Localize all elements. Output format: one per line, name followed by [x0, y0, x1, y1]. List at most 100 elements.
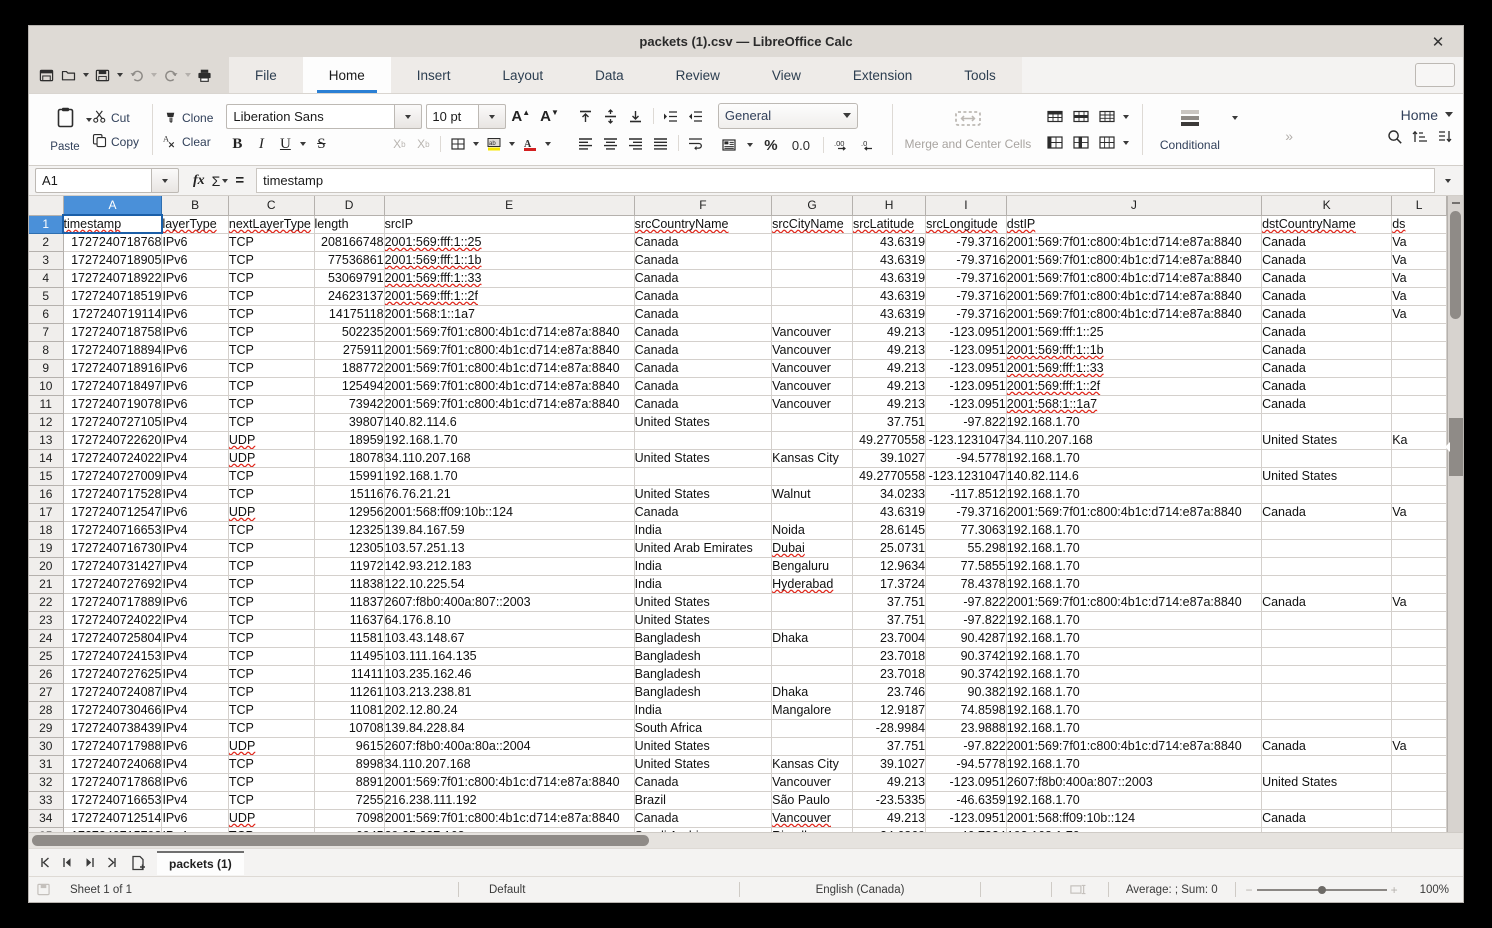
- cell-D28[interactable]: 11081: [314, 701, 385, 720]
- cell-G31[interactable]: Kansas City: [771, 755, 853, 774]
- cell-A23[interactable]: 1727240724022: [63, 611, 163, 630]
- cell-K11[interactable]: Canada: [1261, 395, 1393, 414]
- cell-K10[interactable]: Canada: [1261, 377, 1393, 396]
- cell-B16[interactable]: IPv4: [161, 485, 229, 504]
- cell-B18[interactable]: IPv4: [161, 521, 229, 540]
- cell-A2[interactable]: 1727240718768: [63, 233, 163, 252]
- cell-A11[interactable]: 1727240719078: [63, 395, 163, 414]
- cell-E27[interactable]: 103.213.238.81: [384, 683, 635, 702]
- cell-G2[interactable]: [771, 233, 853, 252]
- cell-G6[interactable]: [771, 305, 853, 324]
- cell-J33[interactable]: 192.168.1.70: [1006, 791, 1263, 810]
- add-decimal-button[interactable]: .00: [831, 134, 855, 157]
- cell-F16[interactable]: United States: [634, 485, 773, 504]
- cell-H35[interactable]: 24.6869: [852, 827, 927, 832]
- cell-G7[interactable]: Vancouver: [771, 323, 853, 342]
- row-header-28[interactable]: 28: [29, 701, 64, 720]
- save-icon[interactable]: [37, 64, 56, 86]
- cell-J9[interactable]: 2001:569:fff:1::33: [1006, 359, 1263, 378]
- cell-H28[interactable]: 12.9187: [852, 701, 927, 720]
- cell-E35[interactable]: 89.35.237.168: [384, 827, 635, 832]
- cell-C11[interactable]: TCP: [228, 395, 315, 414]
- cell-F20[interactable]: India: [634, 557, 773, 576]
- tab-layout[interactable]: Layout: [477, 57, 570, 93]
- cell-J31[interactable]: 192.168.1.70: [1006, 755, 1263, 774]
- cell-C23[interactable]: TCP: [228, 611, 315, 630]
- cell-F5[interactable]: Canada: [634, 287, 773, 306]
- cell-G34[interactable]: Vancouver: [771, 809, 853, 828]
- column-header-B[interactable]: B: [161, 196, 229, 216]
- justify-button[interactable]: [649, 132, 673, 155]
- cell-K15[interactable]: United States: [1261, 467, 1393, 486]
- cell-B26[interactable]: IPv4: [161, 665, 229, 684]
- insert-rows-below-icon[interactable]: [1069, 105, 1093, 128]
- next-sheet-button[interactable]: [79, 852, 99, 874]
- cell-C12[interactable]: TCP: [228, 413, 315, 432]
- search-icon[interactable]: [1387, 129, 1403, 150]
- cell-C14[interactable]: UDP: [228, 449, 315, 468]
- cell-C29[interactable]: TCP: [228, 719, 315, 738]
- cell-G35[interactable]: Riyadh: [771, 827, 853, 832]
- cell-J30[interactable]: 2001:569:7f01:c800:4b1c:d714:e87a:8840: [1006, 737, 1263, 756]
- copy-button[interactable]: Copy: [92, 131, 142, 152]
- cell-K8[interactable]: Canada: [1261, 341, 1393, 360]
- row-header-33[interactable]: 33: [29, 791, 64, 810]
- wrap-text-button[interactable]: [684, 132, 708, 155]
- cell-C24[interactable]: TCP: [228, 629, 315, 648]
- number-format-select[interactable]: General: [717, 102, 858, 129]
- cell-L5[interactable]: Va: [1391, 287, 1447, 306]
- row-header-11[interactable]: 11: [29, 395, 64, 414]
- highlight-color-icon[interactable]: ab: [483, 133, 505, 155]
- cell-A19[interactable]: 1727240716730: [63, 539, 163, 558]
- cell-A18[interactable]: 1727240716653: [63, 521, 163, 540]
- cell-K14[interactable]: [1261, 449, 1393, 468]
- cell-F26[interactable]: Bangladesh: [634, 665, 773, 684]
- align-center-button[interactable]: [599, 132, 623, 155]
- cell-A29[interactable]: 1727240738439: [63, 719, 163, 738]
- function-wizard-icon[interactable]: fx: [193, 173, 205, 189]
- cell-F32[interactable]: Canada: [634, 773, 773, 792]
- cell-A24[interactable]: 1727240725804: [63, 629, 163, 648]
- cell-C6[interactable]: TCP: [228, 305, 315, 324]
- cell-G25[interactable]: [771, 647, 853, 666]
- italic-button[interactable]: I: [250, 133, 272, 155]
- column-header-F[interactable]: F: [634, 196, 773, 216]
- cell-C17[interactable]: UDP: [228, 503, 315, 522]
- cell-E12[interactable]: 140.82.114.6: [384, 413, 635, 432]
- cell-E20[interactable]: 142.93.212.183: [384, 557, 635, 576]
- undo-icon[interactable]: [127, 64, 146, 86]
- cell-G21[interactable]: Hyderabad: [771, 575, 853, 594]
- cell-F35[interactable]: Saudi Arabia: [634, 827, 773, 832]
- cell-I27[interactable]: 90.382: [925, 683, 1007, 702]
- cell-G10[interactable]: Vancouver: [771, 377, 853, 396]
- cell-C30[interactable]: UDP: [228, 737, 315, 756]
- save-as-icon[interactable]: [93, 64, 112, 86]
- cell-A12[interactable]: 1727240727105: [63, 413, 163, 432]
- cell-G24[interactable]: Dhaka: [771, 629, 853, 648]
- cell-I26[interactable]: 90.3742: [925, 665, 1007, 684]
- row-header-35[interactable]: 35: [29, 827, 64, 832]
- cell-C21[interactable]: TCP: [228, 575, 315, 594]
- cell-D6[interactable]: 14175118: [314, 305, 385, 324]
- cell-E29[interactable]: 139.84.228.84: [384, 719, 635, 738]
- cell-C9[interactable]: TCP: [228, 359, 315, 378]
- cell-A15[interactable]: 1727240727009: [63, 467, 163, 486]
- row-header-2[interactable]: 2: [29, 233, 64, 252]
- cell-H25[interactable]: 23.7018: [852, 647, 927, 666]
- cell-B9[interactable]: IPv6: [161, 359, 229, 378]
- cell-C5[interactable]: TCP: [228, 287, 315, 306]
- cell-B33[interactable]: IPv4: [161, 791, 229, 810]
- cell-B35[interactable]: IPv4: [161, 827, 229, 832]
- cell-G17[interactable]: [771, 503, 853, 522]
- cell-H6[interactable]: 43.6319: [852, 305, 927, 324]
- cell-C13[interactable]: UDP: [228, 431, 315, 450]
- cell-L33[interactable]: [1391, 791, 1447, 810]
- zoom-slider[interactable]: − +: [1236, 883, 1408, 897]
- cell-B25[interactable]: IPv4: [161, 647, 229, 666]
- align-bottom-button[interactable]: [624, 105, 648, 128]
- cell-C31[interactable]: TCP: [228, 755, 315, 774]
- cell-E21[interactable]: 122.10.225.54: [384, 575, 635, 594]
- cell-A35[interactable]: 1727240715798: [63, 827, 163, 832]
- cell-F6[interactable]: Canada: [634, 305, 773, 324]
- cell-J13[interactable]: 34.110.207.168: [1006, 431, 1263, 450]
